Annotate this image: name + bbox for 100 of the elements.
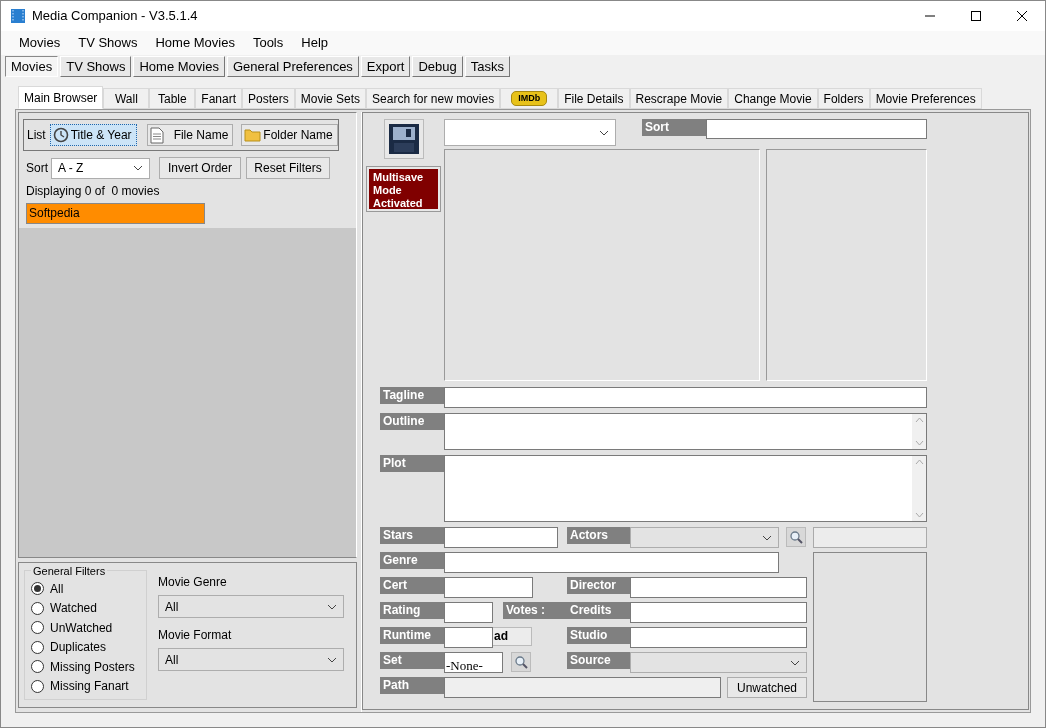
chevron-down-icon <box>133 165 143 171</box>
list-mode-button[interactable]: Title & Year <box>49 124 137 146</box>
radio-label: UnWatched <box>50 619 113 637</box>
clock-icon <box>52 127 69 143</box>
section-tab[interactable]: Export <box>360 56 411 77</box>
text-field[interactable] <box>630 627 807 648</box>
watched-button[interactable]: Unwatched <box>727 677 807 698</box>
browser-tab[interactable]: Wall <box>103 88 150 109</box>
radio-button[interactable] <box>31 660 44 674</box>
browser-tab[interactable]: Main Browser <box>18 86 104 109</box>
field-label: Director <box>567 577 630 594</box>
text-field[interactable] <box>630 602 807 623</box>
text-field[interactable] <box>444 527 558 548</box>
dropdown[interactable]: A - Z <box>51 157 150 179</box>
dropdown[interactable]: All <box>158 648 344 671</box>
field-label: Source <box>567 652 630 669</box>
chevron-down-icon <box>599 129 609 136</box>
movie-list-item[interactable]: Softpedia <box>26 203 205 224</box>
dropdown[interactable]: All <box>158 595 344 618</box>
section-tab[interactable]: Tasks <box>464 56 510 77</box>
radio-button[interactable] <box>31 621 44 635</box>
save-button[interactable] <box>384 119 424 159</box>
set-value: -None- <box>445 658 483 673</box>
film-icon <box>10 8 26 24</box>
radio-button[interactable] <box>31 679 44 693</box>
folder-icon <box>244 128 262 142</box>
menu-item[interactable]: TV Shows <box>69 33 147 53</box>
field-caption: Movie Format <box>158 627 233 644</box>
text-field[interactable] <box>444 602 493 623</box>
radio-button[interactable] <box>31 582 44 596</box>
browser-tab[interactable]: Fanart <box>195 88 243 109</box>
browser-tab[interactable]: Change Movie <box>728 88 818 109</box>
radio-button[interactable] <box>31 640 44 654</box>
text-field[interactable] <box>444 627 493 648</box>
menu-item[interactable]: Movies <box>10 33 70 53</box>
field-label: Plot <box>380 455 444 472</box>
sort-label: Sort <box>26 160 49 177</box>
runtime-button[interactable]: ad <box>493 627 532 646</box>
field-label: Set <box>380 652 444 669</box>
radio-label: Watched <box>50 600 97 618</box>
field-label: Stars <box>380 527 444 544</box>
text-field[interactable] <box>444 577 533 598</box>
browser-tab[interactable]: Rescrape Movie <box>629 88 729 109</box>
search-icon <box>789 530 803 544</box>
chevron-down-icon <box>762 534 772 541</box>
menu-item[interactable]: Tools <box>243 33 293 53</box>
text-field[interactable] <box>706 119 927 139</box>
field-label: Studio <box>567 627 630 644</box>
filter-button[interactable]: Invert Order <box>159 157 241 179</box>
chevron-down-icon <box>327 656 337 663</box>
browser-tab[interactable]: Posters <box>242 88 295 109</box>
section-tab[interactable]: General Preferences <box>226 56 359 77</box>
browser-tab[interactable]: Table <box>149 88 196 109</box>
field-label: Credits <box>567 602 630 619</box>
chevron-down-icon <box>790 659 800 666</box>
section-tab[interactable]: Debug <box>412 56 463 77</box>
section-tab[interactable]: TV Shows <box>60 56 132 77</box>
search-button[interactable] <box>786 527 806 547</box>
menu-item[interactable]: Home Movies <box>146 33 244 53</box>
browser-tab[interactable]: File Details <box>558 88 630 109</box>
chevron-down-icon <box>327 603 337 610</box>
field-label: Cert <box>380 577 444 594</box>
text-field[interactable] <box>444 677 721 698</box>
displaying-count: Displaying 0 of 0 movies <box>26 183 161 200</box>
browser-tab[interactable]: Search for new movies <box>366 88 501 109</box>
text-field[interactable] <box>630 577 807 598</box>
section-tab[interactable]: Home Movies <box>133 56 225 77</box>
browser-tab[interactable]: Folders <box>817 88 870 109</box>
document-icon <box>149 126 164 144</box>
browser-tab[interactable]: Movie Preferences <box>869 88 982 109</box>
list-label: List <box>27 127 46 144</box>
field-label: Tagline <box>380 387 444 404</box>
field-label: Votes : <box>503 602 567 619</box>
search-button[interactable] <box>511 652 531 672</box>
field-caption: Movie Genre <box>158 574 228 591</box>
imdb-logo: IMDb <box>511 91 548 106</box>
field-label: Path <box>380 677 444 694</box>
field-label: Runtime <box>380 627 444 644</box>
text-field[interactable] <box>444 552 779 573</box>
browser-tab[interactable]: IMDb <box>500 88 559 109</box>
browser-tab[interactable]: Movie Sets <box>294 88 367 109</box>
radio-label: Missing Fanart <box>50 678 129 696</box>
dropdown[interactable] <box>444 119 616 146</box>
radio-button[interactable] <box>31 601 44 615</box>
list-mode-button[interactable]: Folder Name <box>241 124 338 146</box>
field-label: Genre <box>380 552 444 569</box>
section-tab[interactable]: Movies <box>5 56 59 77</box>
field-label: Actors <box>567 527 630 544</box>
list-mode-button[interactable]: File Name <box>146 124 234 146</box>
field-label: Sort <box>642 119 706 136</box>
filter-button[interactable]: Reset Filters <box>246 157 330 179</box>
text-field[interactable]: -None- <box>444 652 503 673</box>
radio-label: Duplicates <box>50 639 107 657</box>
menu-item[interactable]: Help <box>292 33 337 53</box>
field-label: Outline <box>380 413 444 430</box>
maximize-icon <box>971 11 981 21</box>
text-field[interactable] <box>444 387 927 408</box>
search-icon <box>514 655 528 669</box>
field-label: Rating <box>380 602 444 619</box>
radio-label: All <box>50 580 64 598</box>
